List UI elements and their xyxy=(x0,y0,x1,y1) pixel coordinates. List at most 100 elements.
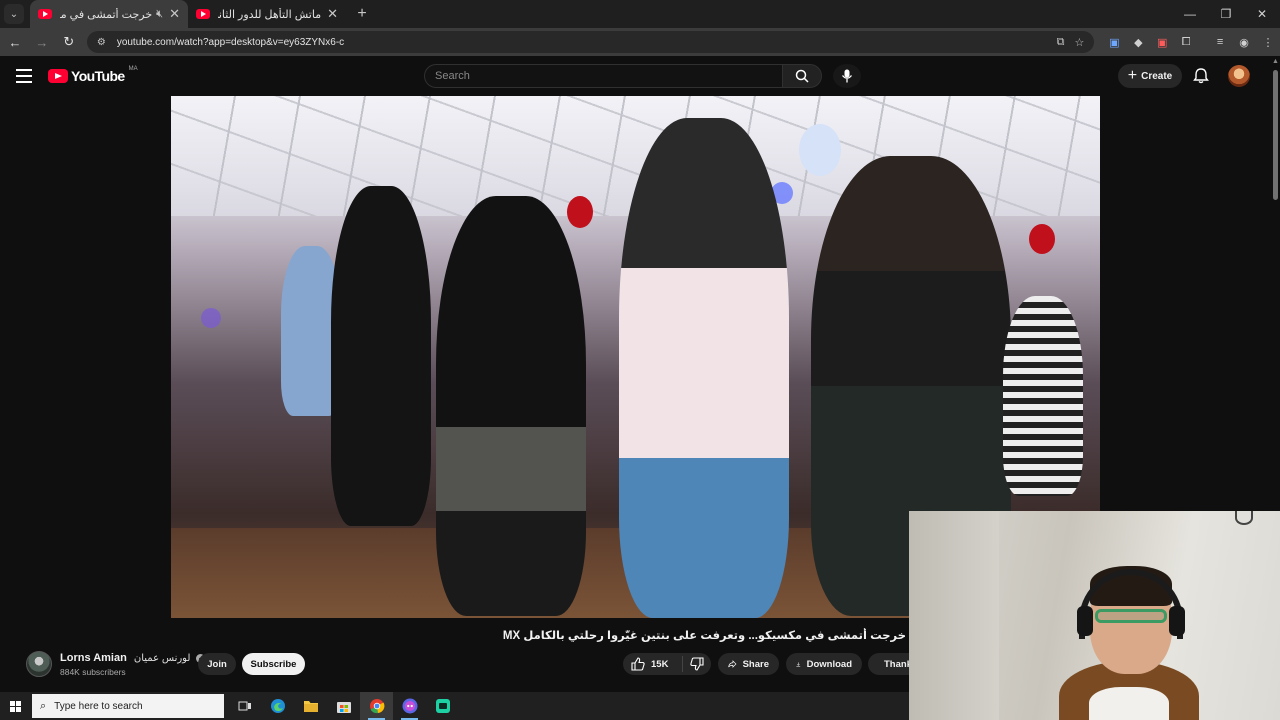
tab-mute-icon[interactable]: 🔇︎ xyxy=(156,8,163,21)
video-frame-person xyxy=(619,118,789,618)
scrollbar-thumb[interactable] xyxy=(1273,70,1278,200)
notifications-bell-icon[interactable] xyxy=(1191,66,1211,86)
video-frame-balloon xyxy=(1029,224,1055,254)
url-text: youtube.com/watch?app=desktop&v=ey63ZYNx… xyxy=(116,36,345,48)
channel-name-arabic: لورنس عميان xyxy=(133,653,191,664)
taskbar-search-placeholder: Type here to search xyxy=(54,700,143,712)
video-frame-person xyxy=(331,186,431,526)
tab-title: ماتش التأهل للدور الثاني؟ التشكـ xyxy=(218,8,322,21)
like-dislike-group: 15K xyxy=(623,653,711,675)
site-info-icon[interactable]: ⚙ xyxy=(97,37,111,48)
webcam-shirt xyxy=(1089,687,1169,720)
discord-icon[interactable] xyxy=(393,692,426,720)
minimize-icon[interactable]: — xyxy=(1172,0,1208,28)
webcam-glasses xyxy=(1095,609,1167,623)
thumbs-up-icon xyxy=(631,657,645,671)
media-controls-icon[interactable]: ≡ xyxy=(1208,36,1232,48)
download-button[interactable]: Download xyxy=(786,653,862,675)
browser-menu-icon[interactable]: ⋮ xyxy=(1256,36,1280,49)
video-frame-balloon xyxy=(567,196,593,228)
channel-name: Lorns Amian xyxy=(60,652,127,664)
adblock-extension-icon[interactable]: ▣ xyxy=(1150,36,1174,49)
create-label: Create xyxy=(1141,70,1173,82)
channel-name-link[interactable]: Lorns Amian لورنس عميان ✓ xyxy=(60,652,206,664)
video-title: خرجت أتمشى في مكسيكو... وتعرفت على بنتين… xyxy=(502,630,906,642)
youtube-logo[interactable]: YouTube MA xyxy=(48,66,138,84)
headset-earcup-left xyxy=(1077,606,1093,636)
thumbs-down-icon xyxy=(690,657,704,671)
youtube-favicon-icon xyxy=(196,9,210,19)
country-code: MA xyxy=(128,66,138,72)
translate-extension-icon[interactable]: ▣ xyxy=(1102,36,1126,49)
page-scrollbar[interactable]: ▲ xyxy=(1270,56,1280,511)
tab-close-icon[interactable]: ✕ xyxy=(169,6,180,22)
dislike-button[interactable] xyxy=(683,657,711,671)
address-bar[interactable]: ⚙ youtube.com/watch?app=desktop&v=ey63ZY… xyxy=(86,31,1095,53)
search-placeholder: Search xyxy=(435,70,470,82)
reload-icon[interactable]: ↻ xyxy=(57,34,81,50)
video-frame-person xyxy=(436,196,586,616)
windows-logo-icon xyxy=(9,700,21,712)
youtube-header: YouTube MA Search + Create xyxy=(0,56,1270,96)
scroll-up-arrow-icon[interactable]: ▲ xyxy=(1272,58,1279,65)
voice-search-button[interactable] xyxy=(833,64,861,88)
new-tab-button[interactable]: + xyxy=(352,5,372,23)
lamp-shape xyxy=(1235,511,1253,525)
chrome-icon[interactable] xyxy=(360,692,393,720)
search-icon xyxy=(795,69,809,83)
webcam-overlay xyxy=(909,511,1280,720)
bookmark-star-icon[interactable]: ☆ xyxy=(1075,36,1085,49)
share-label: Share xyxy=(742,658,769,670)
search-button[interactable] xyxy=(782,64,822,88)
guide-menu-icon[interactable] xyxy=(16,69,32,83)
headset-earcup-right xyxy=(1169,606,1185,636)
create-button[interactable]: + Create xyxy=(1118,64,1182,88)
windows-taskbar: ⌕ Type here to search xyxy=(0,692,909,720)
taskbar-search-input[interactable]: ⌕ Type here to search xyxy=(32,694,224,718)
channel-avatar[interactable] xyxy=(26,651,52,677)
tab-close-icon[interactable]: ✕ xyxy=(327,6,338,22)
plus-icon: + xyxy=(1127,67,1138,84)
subscribe-button[interactable]: Subscribe xyxy=(242,653,305,675)
back-icon[interactable]: ← xyxy=(3,35,27,50)
window-close-icon[interactable]: ✕ xyxy=(1244,0,1280,28)
browser-tab[interactable]: ماتش التأهل للدور الثاني؟ التشكـ ✕ xyxy=(188,0,346,28)
restore-icon[interactable]: ❐ xyxy=(1208,0,1244,28)
taskbar-search-icon: ⌕ xyxy=(40,699,47,712)
browser-tab-strip: ⌄ خرجت أتمشى في مكسيكو... 🔇︎ ✕ ماتش التأ… xyxy=(0,0,1280,28)
microsoft-store-icon[interactable] xyxy=(327,692,360,720)
video-frame-balloon xyxy=(201,308,221,328)
video-frame-balloon xyxy=(799,124,841,176)
extensions-puzzle-icon[interactable]: ⧠ xyxy=(1174,36,1198,49)
account-avatar[interactable] xyxy=(1228,65,1250,87)
microphone-icon xyxy=(841,69,853,83)
youtube-wordmark: YouTube xyxy=(71,68,125,84)
forward-icon[interactable]: → xyxy=(30,35,54,50)
download-icon xyxy=(796,661,801,667)
file-explorer-icon[interactable] xyxy=(294,692,327,720)
download-label: Download xyxy=(806,658,852,670)
tab-search-chevron-icon[interactable]: ⌄ xyxy=(4,4,24,24)
join-button[interactable]: Join xyxy=(198,653,236,675)
search-input[interactable]: Search xyxy=(424,64,782,88)
share-arrow-icon xyxy=(728,660,737,668)
webcam-wall xyxy=(909,511,999,720)
browser-toolbar: ← → ↻ ⚙ youtube.com/watch?app=desktop&v=… xyxy=(0,28,1280,56)
start-button[interactable] xyxy=(0,700,30,712)
app-icon[interactable] xyxy=(426,692,459,720)
like-button[interactable]: 15K xyxy=(623,656,683,672)
extension-icon[interactable]: ◆ xyxy=(1126,36,1150,49)
tab-title: خرجت أتمشى في مكسيكو... xyxy=(60,8,153,21)
task-view-icon[interactable] xyxy=(228,692,261,720)
thanks-button[interactable]: $ Thanks xyxy=(868,653,909,675)
youtube-favicon-icon xyxy=(38,9,52,19)
browser-tab-active[interactable]: خرجت أتمشى في مكسيكو... 🔇︎ ✕ xyxy=(30,0,188,28)
edge-browser-icon[interactable] xyxy=(261,692,294,720)
subscriber-count: 884K subscribers xyxy=(60,667,126,677)
install-app-icon[interactable]: ⧉ xyxy=(1057,36,1065,49)
video-frame-person xyxy=(1003,296,1083,496)
profile-icon[interactable]: ◉ xyxy=(1232,36,1256,49)
thanks-label: Thanks xyxy=(884,658,909,670)
like-count: 15K xyxy=(651,658,669,670)
share-button[interactable]: Share xyxy=(718,653,779,675)
